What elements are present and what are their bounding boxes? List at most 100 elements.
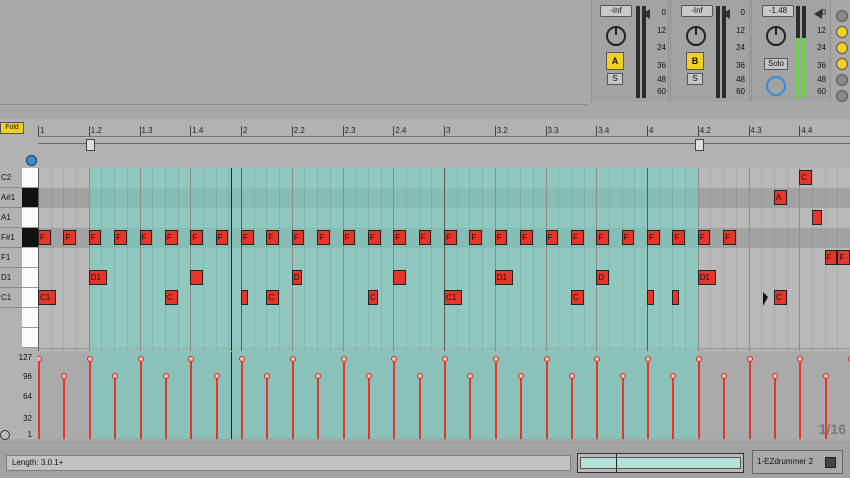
midi-note[interactable]: F — [291, 230, 305, 245]
velocity-stem[interactable] — [723, 376, 726, 439]
midi-note[interactable] — [811, 210, 823, 225]
solo-button[interactable]: S — [687, 73, 703, 85]
velocity-stem[interactable] — [114, 376, 117, 439]
velocity-stem[interactable] — [596, 359, 599, 439]
velocity-stem[interactable] — [824, 376, 827, 439]
midi-note[interactable] — [190, 270, 203, 285]
midi-note[interactable] — [393, 270, 406, 285]
velocity-handle[interactable] — [771, 373, 778, 379]
velocity-editor[interactable]: 1/16 — [38, 352, 850, 439]
side-button-icon[interactable] — [836, 90, 848, 102]
white-key[interactable] — [22, 328, 38, 348]
velocity-handle[interactable] — [442, 356, 448, 362]
velocity-stem[interactable] — [570, 376, 573, 439]
velocity-stem[interactable] — [190, 359, 193, 439]
midi-note[interactable]: D — [596, 270, 609, 285]
monitor-knob-icon[interactable] — [766, 76, 786, 96]
velocity-stem[interactable] — [748, 359, 751, 439]
midi-note[interactable]: F — [164, 230, 178, 245]
solo-button[interactable]: Solo — [764, 58, 788, 70]
midi-note[interactable]: F — [215, 230, 229, 245]
pan-knob[interactable] — [606, 26, 626, 46]
velocity-stem[interactable] — [164, 376, 167, 439]
track-activator-button[interactable]: A — [606, 52, 624, 70]
midi-note[interactable]: C — [266, 290, 280, 305]
side-button-icon[interactable] — [836, 58, 848, 70]
velocity-stem[interactable] — [317, 376, 320, 439]
note-grid[interactable]: F F F F F F F F F F F F F F F F F F F F F F F F F F F F C1 C C C C1 C C D1 D… — [38, 168, 850, 351]
velocity-handle[interactable] — [213, 373, 220, 379]
velocity-stem[interactable] — [38, 359, 40, 439]
velocity-handle[interactable] — [289, 356, 296, 362]
midi-note[interactable]: F — [367, 230, 381, 245]
velocity-stem[interactable] — [647, 359, 649, 439]
midi-note[interactable]: F — [241, 230, 254, 245]
velocity-stem[interactable] — [469, 376, 472, 439]
white-key[interactable] — [22, 248, 38, 268]
velocity-stem[interactable] — [773, 376, 776, 439]
preview-icon[interactable] — [26, 155, 37, 166]
midi-note[interactable]: C — [164, 290, 178, 305]
loop-start-marker[interactable] — [85, 139, 95, 151]
velocity-stem[interactable] — [799, 359, 802, 439]
white-key[interactable] — [22, 288, 38, 308]
velocity-handle[interactable] — [543, 356, 550, 362]
midi-note[interactable]: C — [799, 170, 812, 185]
device-toggle-icon[interactable] — [825, 457, 836, 468]
device-selector[interactable]: 1-EZdrummer 2 — [752, 450, 843, 474]
volume-field[interactable]: -Inf — [600, 5, 632, 17]
side-button-icon[interactable] — [836, 74, 848, 86]
velocity-handle[interactable] — [416, 373, 423, 379]
midi-note[interactable]: F — [444, 230, 457, 245]
velocity-handle[interactable] — [365, 373, 372, 379]
velocity-handle[interactable] — [721, 373, 728, 379]
velocity-handle[interactable] — [568, 373, 575, 379]
velocity-toggle-icon[interactable] — [0, 430, 10, 440]
midi-note[interactable]: F — [114, 230, 127, 245]
midi-note[interactable]: F — [697, 230, 711, 245]
pan-knob[interactable] — [766, 26, 786, 46]
volume-field[interactable]: -Inf — [681, 5, 713, 17]
midi-note[interactable]: F — [824, 250, 838, 265]
velocity-handle[interactable] — [38, 356, 42, 362]
velocity-stem[interactable] — [393, 359, 396, 439]
midi-note[interactable]: D1 — [697, 270, 716, 285]
velocity-handle[interactable] — [86, 356, 93, 362]
velocity-handle[interactable] — [619, 373, 626, 379]
velocity-stem[interactable] — [139, 359, 142, 439]
solo-button[interactable]: S — [607, 73, 623, 85]
white-key[interactable] — [22, 208, 38, 228]
black-key[interactable] — [22, 228, 38, 247]
midi-note[interactable]: F — [570, 230, 584, 245]
midi-note[interactable]: A — [773, 190, 787, 205]
velocity-handle[interactable] — [239, 356, 245, 362]
midi-note[interactable]: F — [38, 230, 51, 245]
velocity-stem[interactable] — [621, 376, 624, 439]
white-key[interactable] — [22, 268, 38, 288]
velocity-handle[interactable] — [822, 373, 829, 379]
velocity-handle[interactable] — [645, 356, 651, 362]
velocity-handle[interactable] — [137, 356, 144, 362]
velocity-stem[interactable] — [266, 376, 269, 439]
midi-note[interactable]: F — [317, 230, 330, 245]
midi-note[interactable]: F — [647, 230, 660, 245]
midi-note[interactable]: F — [418, 230, 432, 245]
track-activator-button[interactable]: B — [686, 52, 704, 70]
clip-overview[interactable] — [577, 453, 744, 473]
side-button-icon[interactable] — [836, 26, 848, 38]
midi-note[interactable]: D1 — [494, 270, 513, 285]
midi-note[interactable] — [672, 290, 680, 305]
velocity-stem[interactable] — [88, 359, 91, 439]
white-key[interactable] — [22, 308, 38, 328]
side-button-icon[interactable] — [836, 10, 848, 22]
midi-note[interactable]: F — [190, 230, 203, 245]
beat-ruler[interactable]: 1 1.2 1.3 1.4 2 2.2 2.3 2.4 3 3.2 3.3 3.4 4 4.2 4.3 4.4 — [38, 122, 850, 137]
velocity-handle[interactable] — [797, 356, 804, 362]
midi-note[interactable]: F — [469, 230, 483, 245]
velocity-stem[interactable] — [444, 359, 446, 439]
side-button-icon[interactable] — [836, 42, 848, 54]
velocity-stem[interactable] — [697, 359, 700, 439]
velocity-handle[interactable] — [492, 356, 499, 362]
velocity-stem[interactable] — [215, 376, 218, 439]
midi-note[interactable]: D — [291, 270, 302, 285]
